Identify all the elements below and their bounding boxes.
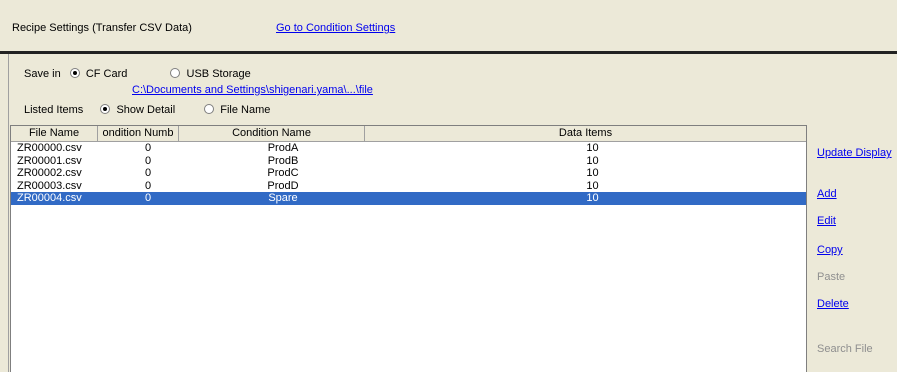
save-path-link[interactable]: C:\Documents and Settings\shigenari.yama…	[132, 84, 373, 96]
listed-items-row: Listed Items Show Detail File Name	[24, 104, 270, 116]
copy-button[interactable]: Copy	[817, 244, 843, 256]
edit-button[interactable]: Edit	[817, 215, 836, 227]
save-in-row: Save in CF Card USB Storage	[24, 68, 251, 80]
table-header: File Name ondition Numb Condition Name D…	[11, 126, 806, 142]
cell-condition-number: 0	[144, 167, 152, 180]
usb-storage-radio[interactable]	[170, 68, 181, 78]
cell-file-name: ZR00001.csv	[17, 154, 82, 167]
file-name-radio[interactable]	[204, 104, 215, 114]
cell-data-items: 10	[586, 192, 599, 205]
add-button[interactable]: Add	[817, 188, 837, 200]
table-row-selected[interactable]: ZR00004.csv 0 Spare 10	[11, 192, 806, 205]
page-title: Recipe Settings (Transfer CSV Data)	[12, 22, 192, 34]
save-in-label: Save in	[24, 68, 61, 80]
column-header-file-name[interactable]: File Name	[11, 126, 98, 141]
cell-data-items: 10	[586, 154, 599, 167]
cell-condition-number: 0	[144, 142, 152, 154]
paste-button[interactable]: Paste	[817, 271, 845, 283]
cell-condition-name: ProdC	[267, 167, 299, 180]
column-header-data-items[interactable]: Data Items	[365, 126, 806, 141]
cell-condition-name: Spare	[268, 192, 298, 205]
header-bar: Recipe Settings (Transfer CSV Data) Go t…	[0, 0, 897, 51]
cell-data-items: 10	[586, 179, 599, 192]
cell-condition-name: ProdD	[267, 179, 299, 192]
cell-condition-number: 0	[144, 192, 152, 205]
column-header-condition-number[interactable]: ondition Numb	[98, 126, 179, 141]
cell-data-items: 10	[586, 167, 599, 180]
cell-condition-number: 0	[144, 179, 152, 192]
cell-condition-name: ProdA	[267, 142, 299, 154]
cell-file-name: ZR00000.csv	[17, 142, 82, 154]
cell-file-name: ZR00004.csv	[17, 192, 82, 205]
usb-storage-label: USB Storage	[186, 68, 251, 80]
cell-condition-name: ProdB	[267, 154, 299, 167]
table-row[interactable]: ZR00000.csv 0 ProdA 10	[11, 142, 806, 155]
search-file-button[interactable]: Search File	[817, 343, 873, 355]
table-row[interactable]: ZR00001.csv 0 ProdB 10	[11, 155, 806, 168]
table-body: ZR00000.csv 0 ProdA 10 ZR00001.csv 0 Pro…	[11, 142, 806, 205]
listed-items-label: Listed Items	[24, 104, 84, 116]
go-to-condition-settings-link[interactable]: Go to Condition Settings	[276, 22, 395, 34]
update-display-button[interactable]: Update Display	[817, 147, 892, 159]
cell-file-name: ZR00002.csv	[17, 167, 82, 180]
cell-file-name: ZR00003.csv	[17, 179, 82, 192]
table-row[interactable]: ZR00002.csv 0 ProdC 10	[11, 167, 806, 180]
delete-button[interactable]: Delete	[817, 298, 849, 310]
file-name-label: File Name	[220, 104, 271, 116]
cf-card-radio[interactable]	[69, 68, 80, 78]
cell-data-items: 10	[586, 142, 599, 154]
column-header-condition-name[interactable]: Condition Name	[179, 126, 365, 141]
cell-condition-number: 0	[144, 154, 152, 167]
show-detail-label: Show Detail	[116, 104, 176, 116]
show-detail-radio[interactable]	[100, 104, 111, 114]
table-row[interactable]: ZR00003.csv 0 ProdD 10	[11, 180, 806, 193]
cf-card-label: CF Card	[85, 68, 128, 80]
file-list-table[interactable]: File Name ondition Numb Condition Name D…	[10, 125, 807, 372]
